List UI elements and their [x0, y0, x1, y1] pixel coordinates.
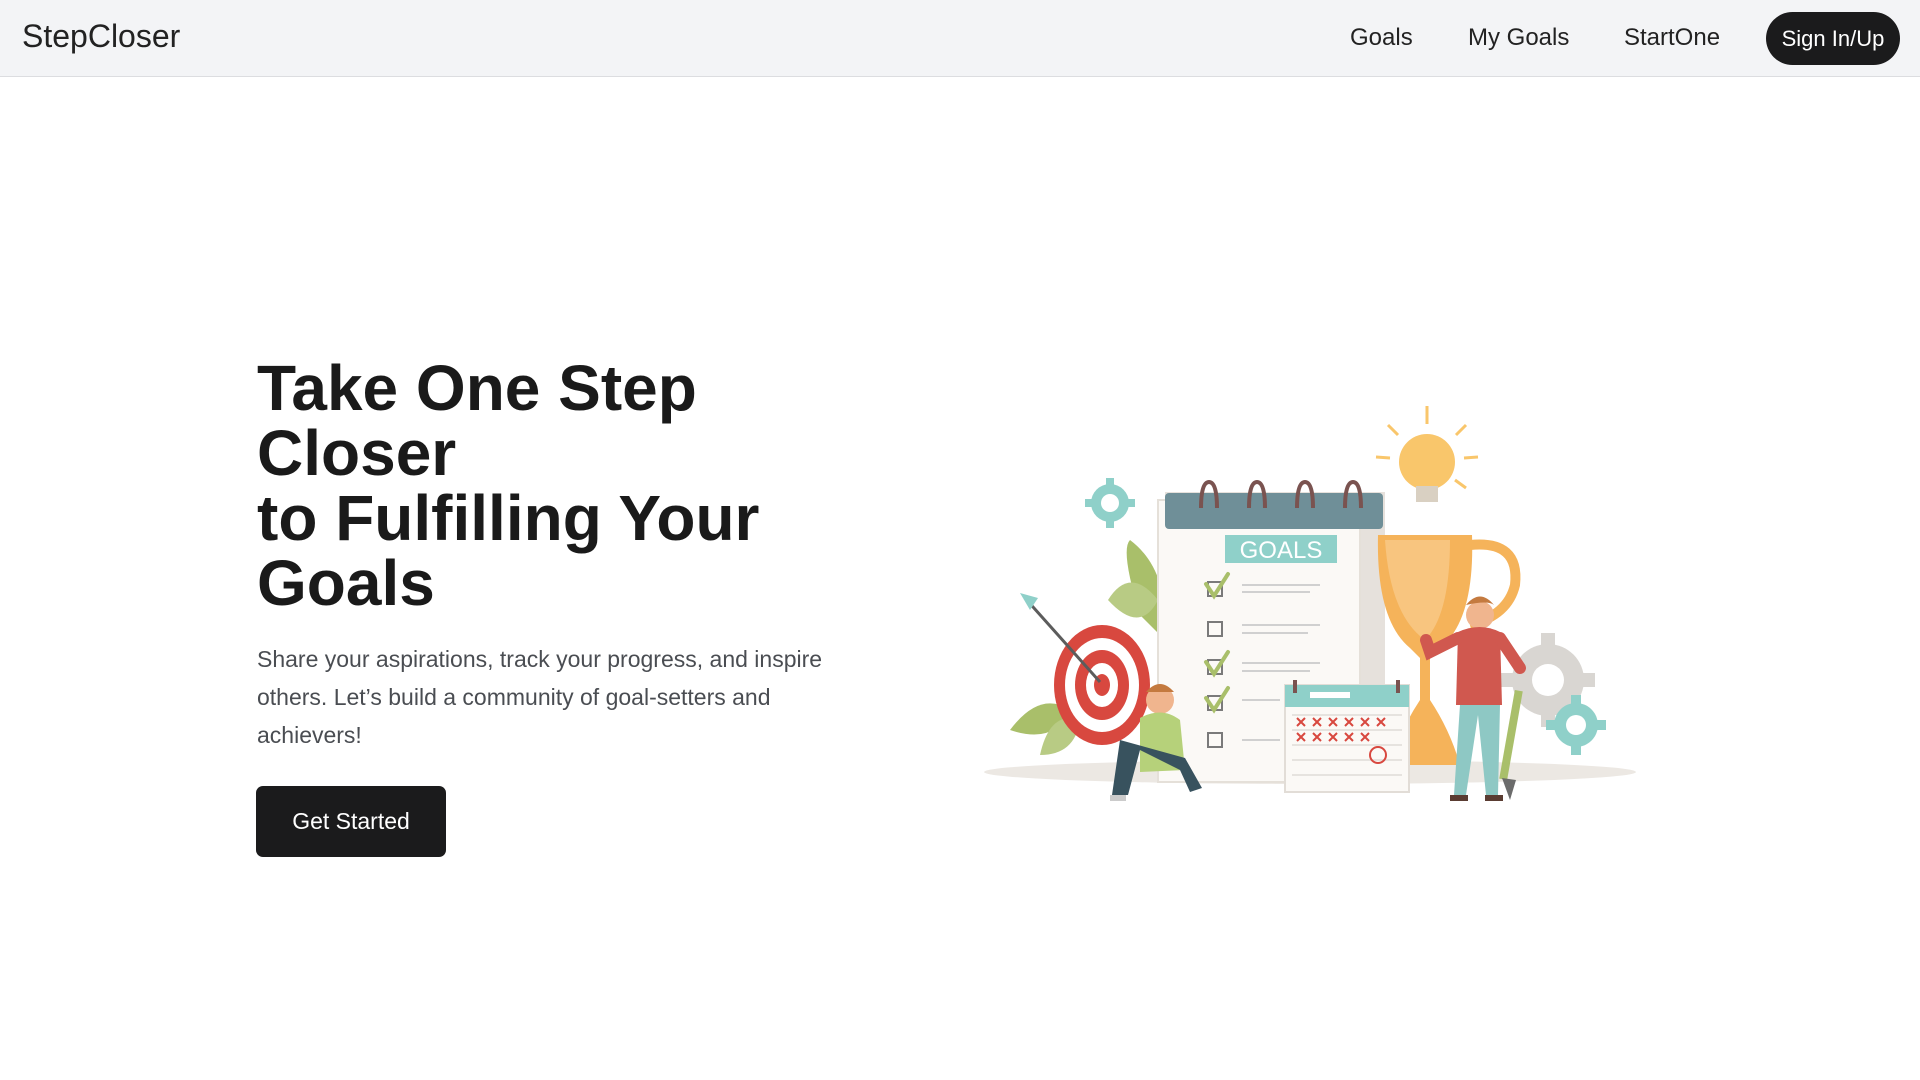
calendar-icon — [1284, 680, 1410, 793]
gear-icon — [1085, 478, 1135, 528]
sign-in-button[interactable]: Sign In/Up — [1766, 12, 1900, 65]
hero-title-line: Closer — [257, 417, 457, 489]
nav-link-start-one[interactable]: StartOne — [1624, 24, 1720, 52]
lightbulb-icon — [1375, 406, 1479, 502]
hero-title: Take One Step Closer to Fulfilling Your … — [257, 356, 877, 616]
hero-description: Share your aspirations, track your progr… — [257, 646, 823, 748]
get-started-button[interactable]: Get Started — [256, 786, 446, 857]
nav-link-goals[interactable]: Goals — [1350, 24, 1413, 52]
nav-link-my-goals[interactable]: My Goals — [1468, 24, 1569, 52]
pencil-icon — [1499, 689, 1523, 800]
goals-illustration-svg: GOALS — [984, 406, 1636, 801]
hero-title-line: Take One Step — [257, 352, 697, 424]
goals-illustration: GOALS — [980, 400, 1640, 820]
hero-title-line: Goals — [257, 547, 435, 619]
brand-logo[interactable]: StepCloser — [22, 18, 180, 55]
goals-banner-text: GOALS — [1240, 537, 1323, 564]
hero-title-line: to Fulfilling Your — [257, 482, 760, 554]
navbar: StepCloser Goals My Goals StartOne Sign … — [0, 0, 1920, 77]
